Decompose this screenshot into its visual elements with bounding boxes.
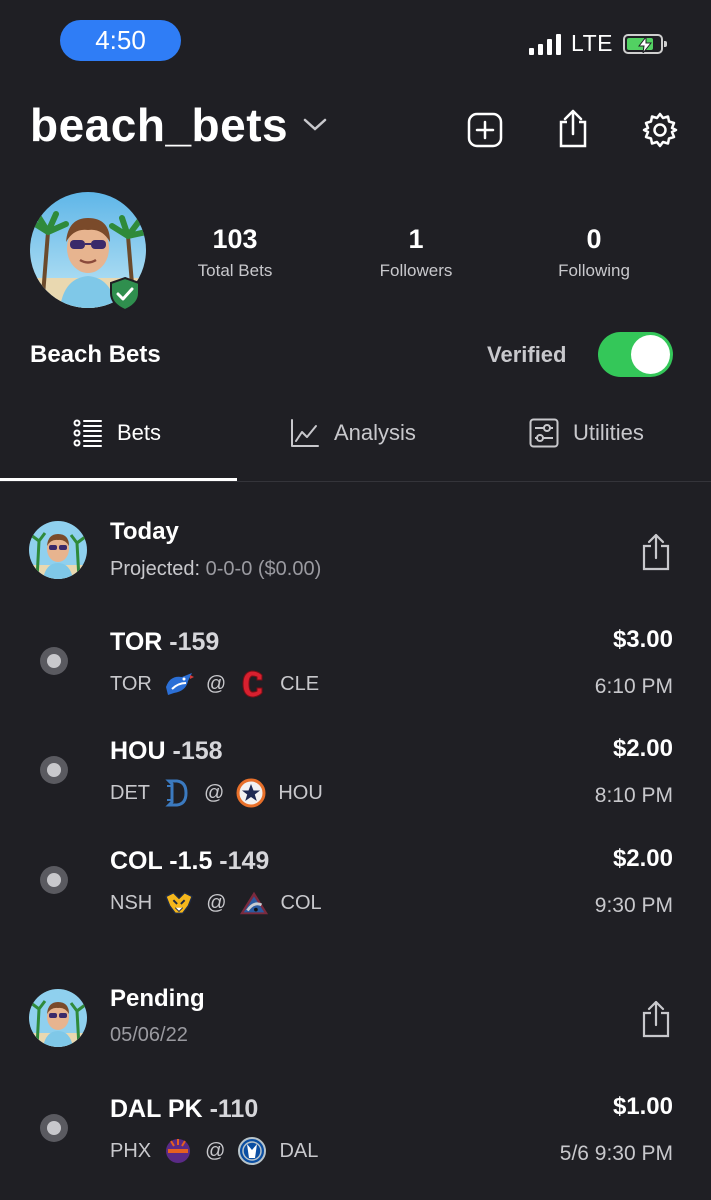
chevron-down-icon bbox=[303, 118, 327, 131]
blue-jays-logo-icon bbox=[164, 669, 194, 699]
verified-label: Verified bbox=[487, 342, 567, 367]
away-team: NSH bbox=[110, 891, 153, 914]
away-team: DET bbox=[110, 781, 150, 804]
group-avatar bbox=[29, 521, 87, 579]
bet-radio[interactable] bbox=[40, 647, 68, 675]
guardians-c-logo-icon bbox=[238, 669, 268, 699]
predators-logo-icon bbox=[164, 888, 194, 918]
avalanche-logo-icon bbox=[239, 888, 269, 918]
list-icon bbox=[73, 419, 102, 447]
share-icon[interactable] bbox=[555, 108, 591, 148]
bet-amount: $1.00 bbox=[612, 1093, 673, 1120]
group-title-pending: Pending bbox=[110, 985, 205, 1012]
bet-pick: COL -1.5 -149 bbox=[110, 847, 270, 875]
display-name: Beach Bets bbox=[30, 341, 161, 368]
battery-icon bbox=[623, 33, 667, 54]
status-indicators: LTE bbox=[529, 30, 667, 57]
bet-pick: TOR -159 bbox=[110, 628, 220, 656]
settings-gear-icon[interactable] bbox=[642, 112, 678, 148]
game-time: 5/6 9:30 PM bbox=[559, 1142, 673, 1165]
projected-value: 0-0-0 ($0.00) bbox=[205, 558, 322, 580]
projected-label: Projected: bbox=[110, 558, 201, 580]
signal-icon bbox=[529, 33, 562, 55]
mavericks-logo-icon bbox=[237, 1136, 267, 1166]
stat-label: Followers bbox=[379, 261, 453, 280]
tab-analysis[interactable]: Analysis bbox=[290, 418, 416, 448]
home-team: DAL bbox=[279, 1139, 319, 1162]
bet-amount: $3.00 bbox=[612, 626, 673, 653]
tab-label: Utilities bbox=[573, 420, 644, 445]
stat-label: Total Bets bbox=[197, 261, 273, 280]
group-date: 05/06/22 bbox=[110, 1024, 188, 1046]
home-team: CLE bbox=[280, 672, 320, 695]
bet-matchup: TOR @ CLE bbox=[110, 669, 319, 699]
group-avatar bbox=[29, 989, 87, 1047]
bet-pick: HOU -158 bbox=[110, 737, 223, 765]
at-symbol: @ bbox=[206, 891, 227, 914]
at-symbol: @ bbox=[205, 672, 227, 695]
stat-total-bets[interactable]: 103 Total Bets bbox=[160, 224, 310, 281]
tigers-d-logo-icon bbox=[162, 778, 192, 808]
bet-matchup: NSH @ COL bbox=[110, 888, 322, 918]
bet-pick: DAL PK -110 bbox=[110, 1095, 259, 1123]
bet-amount: $2.00 bbox=[612, 735, 673, 762]
add-post-icon[interactable] bbox=[467, 112, 503, 148]
sliders-icon bbox=[529, 418, 559, 448]
chart-line-icon bbox=[291, 419, 319, 447]
game-time: 6:10 PM bbox=[594, 675, 673, 698]
tab-utilities[interactable]: Utilities bbox=[529, 418, 644, 448]
status-time: 4:50 bbox=[60, 20, 181, 61]
bet-radio[interactable] bbox=[40, 1114, 68, 1142]
stat-value: 0 bbox=[586, 224, 602, 254]
away-team: PHX bbox=[110, 1139, 152, 1162]
away-team: TOR bbox=[110, 672, 152, 695]
stat-label: Following bbox=[558, 261, 630, 280]
stat-following[interactable]: 0 Following bbox=[519, 224, 669, 281]
tab-label: Analysis bbox=[334, 420, 416, 445]
tab-label: Bets bbox=[117, 420, 162, 445]
tab-bets[interactable]: Bets bbox=[73, 418, 161, 448]
username-title: beach_bets bbox=[30, 99, 289, 151]
share-icon[interactable] bbox=[640, 1000, 672, 1038]
stat-followers[interactable]: 1 Followers bbox=[341, 224, 491, 281]
account-switcher[interactable]: beach_bets bbox=[30, 98, 328, 152]
bet-radio[interactable] bbox=[40, 866, 68, 894]
bet-matchup: PHX @ DAL bbox=[110, 1136, 318, 1166]
home-team: HOU bbox=[278, 781, 323, 804]
suns-logo-icon bbox=[163, 1136, 193, 1166]
group-subtitle: Projected: 0-0-0 ($0.00) bbox=[110, 558, 321, 581]
at-symbol: @ bbox=[205, 1139, 226, 1162]
verified-shield-icon bbox=[110, 276, 140, 312]
game-time: 8:10 PM bbox=[594, 784, 673, 807]
bet-radio[interactable] bbox=[40, 756, 68, 784]
bet-amount: $2.00 bbox=[612, 845, 673, 872]
at-symbol: @ bbox=[204, 781, 225, 804]
network-label: LTE bbox=[571, 30, 613, 56]
astros-logo-icon bbox=[236, 778, 266, 808]
group-title-today: Today bbox=[110, 518, 179, 545]
bet-matchup: DET @ HOU bbox=[110, 778, 323, 808]
tab-divider bbox=[0, 481, 711, 482]
verified-toggle[interactable] bbox=[598, 332, 673, 377]
home-team: COL bbox=[280, 891, 322, 914]
stat-value: 1 bbox=[408, 224, 424, 254]
stat-value: 103 bbox=[212, 224, 258, 254]
game-time: 9:30 PM bbox=[594, 894, 673, 917]
share-icon[interactable] bbox=[640, 533, 672, 571]
